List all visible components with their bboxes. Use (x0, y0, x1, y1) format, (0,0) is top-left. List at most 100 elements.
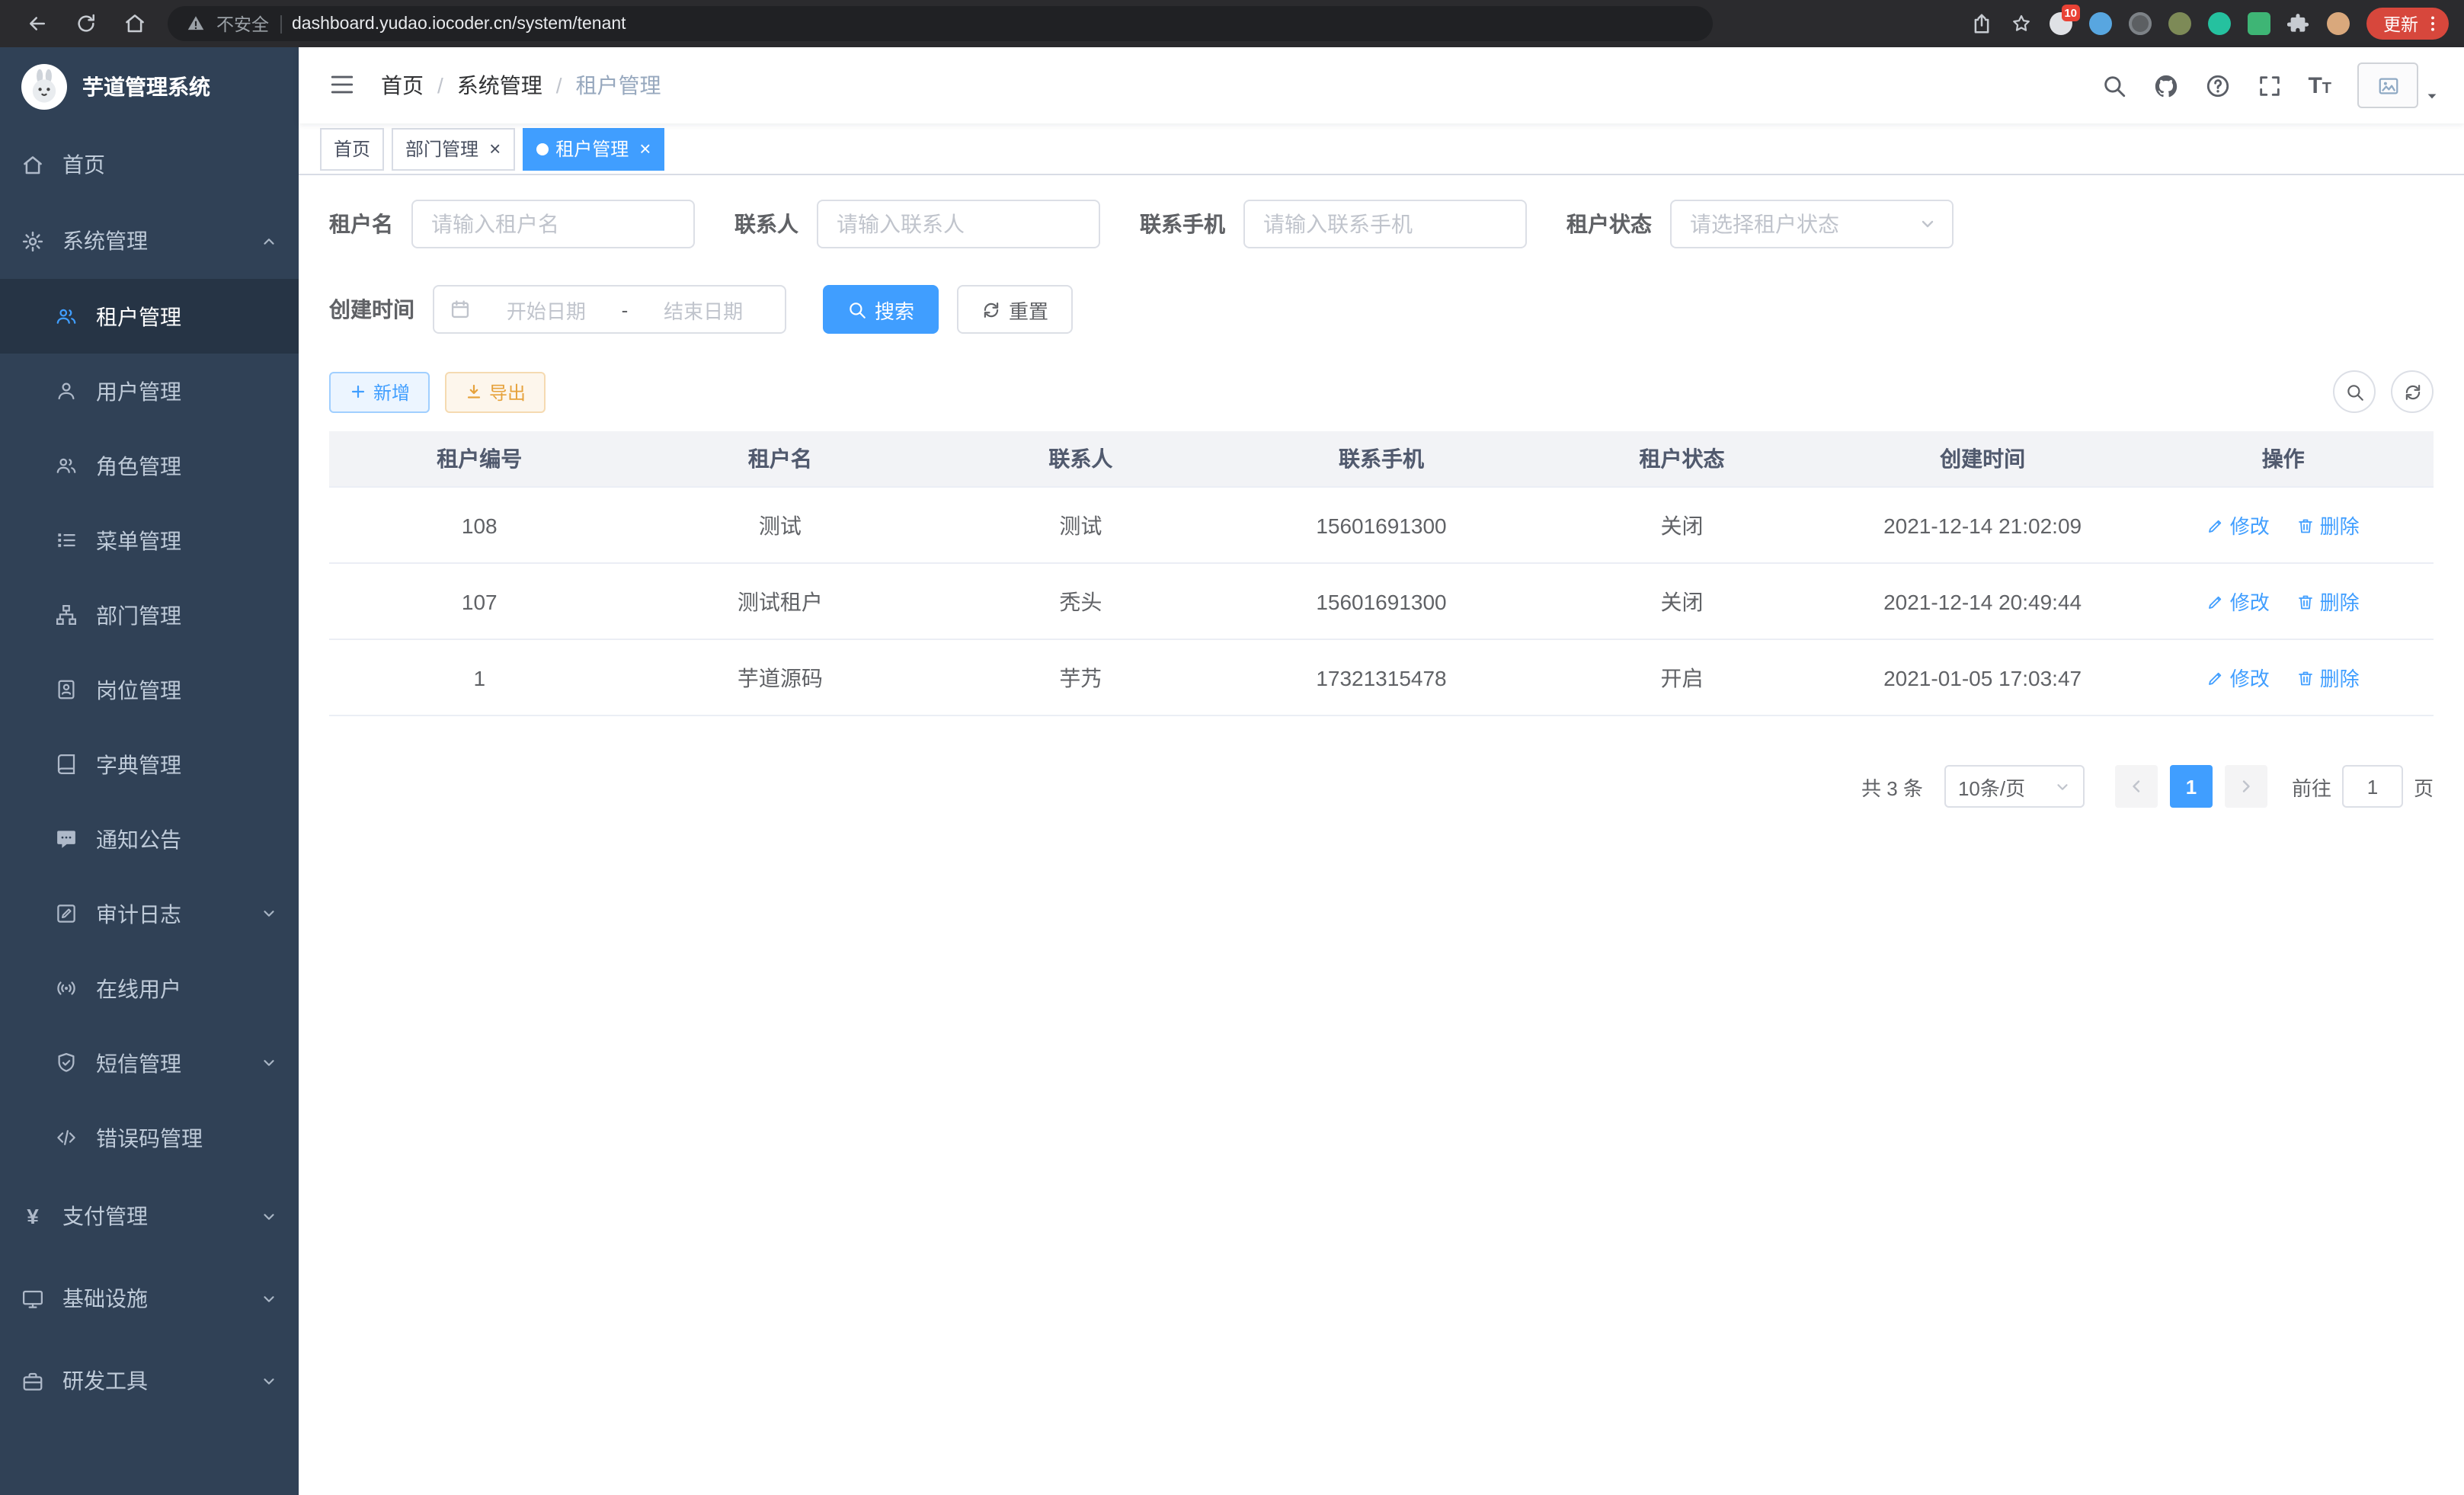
goto-page-input[interactable] (2342, 765, 2403, 808)
bookmark-star-icon[interactable] (2010, 12, 2033, 35)
contact-input[interactable] (817, 200, 1100, 248)
browser-home-button[interactable] (116, 5, 152, 42)
edit-pencil-icon (2207, 668, 2226, 687)
address-bar[interactable]: 不安全 dashboard.yudao.iocoder.cn/system/te… (168, 6, 1713, 41)
edit-pencil-icon (2207, 592, 2226, 610)
delete-link[interactable]: 删除 (2297, 663, 2360, 692)
sidebar-item-menu-management[interactable]: 菜单管理 (0, 503, 299, 578)
extensions-puzzle-icon[interactable] (2287, 12, 2310, 35)
sidebar-item-online-users[interactable]: 在线用户 (0, 951, 299, 1026)
status-select[interactable]: 请选择租户状态 (1670, 200, 1954, 248)
book-icon (55, 753, 78, 776)
tag-tenant-management[interactable]: 租户管理 × (522, 127, 664, 170)
extension-icon-olive[interactable] (2168, 12, 2191, 35)
sidebar-item-audit-log[interactable]: 审计日志 (0, 876, 299, 951)
tag-home[interactable]: 首页 (320, 127, 384, 170)
back-button[interactable] (18, 5, 55, 42)
page-number-current[interactable]: 1 (2170, 765, 2213, 808)
edit-link[interactable]: 修改 (2207, 587, 2270, 616)
update-button[interactable]: 更新 (2366, 8, 2449, 40)
status-label: 租户状态 (1566, 209, 1652, 239)
breadcrumb-home[interactable]: 首页 (381, 70, 424, 101)
yen-icon: ¥ (21, 1204, 44, 1228)
sidebar-item-system-management[interactable]: 系统管理 (0, 203, 299, 279)
close-icon[interactable]: × (489, 139, 501, 158)
delete-link[interactable]: 删除 (2297, 511, 2360, 539)
shield-icon (55, 1052, 78, 1074)
add-button[interactable]: 新增 (329, 371, 430, 412)
refresh-table-button[interactable] (2391, 370, 2434, 413)
page-content: 租户名 联系人 联系手机 租户状态 请选择租户状态 (299, 175, 2464, 1495)
page-size-select[interactable]: 10条/页 (1944, 765, 2085, 808)
help-question-icon[interactable] (2204, 72, 2230, 98)
sidebar-item-tenant-management[interactable]: 租户管理 (0, 279, 299, 354)
sidebar-item-payment-management[interactable]: ¥ 支付管理 (0, 1175, 299, 1257)
date-range-picker[interactable]: 开始日期 - 结束日期 (433, 285, 786, 334)
app-logo[interactable]: 芋道管理系统 (0, 47, 299, 126)
next-page-button[interactable] (2225, 765, 2267, 808)
sidebar-item-post-management[interactable]: 岗位管理 (0, 652, 299, 727)
extension-icon-chat[interactable] (2248, 12, 2270, 35)
fullscreen-icon[interactable] (2256, 72, 2282, 98)
sidebar-item-notice[interactable]: 通知公告 (0, 802, 299, 876)
monitor-icon (21, 1287, 44, 1310)
sidebar-item-dev-tools[interactable]: 研发工具 (0, 1340, 299, 1422)
extension-icon-adblock[interactable]: 10 (2050, 12, 2072, 35)
sidebar-item-user-management[interactable]: 用户管理 (0, 354, 299, 428)
browser-nav-buttons (18, 5, 152, 42)
search-button[interactable]: 搜索 (823, 285, 939, 334)
goto-label: 前往 (2292, 772, 2331, 801)
sidebar-item-label: 菜单管理 (96, 525, 181, 555)
sidebar-item-label: 字典管理 (96, 749, 181, 780)
trash-icon (2297, 516, 2315, 534)
column-header-tenant-id: 租户编号 (329, 431, 630, 487)
browser-menu-kebab-icon[interactable] (2423, 14, 2443, 34)
browser-profile-avatar[interactable] (2327, 12, 2350, 35)
sidebar-item-role-management[interactable]: 角色管理 (0, 428, 299, 503)
toggle-search-button[interactable] (2333, 370, 2376, 413)
sidebar-item-home[interactable]: 首页 (0, 126, 299, 203)
reset-button[interactable]: 重置 (957, 285, 1073, 334)
font-size-icon[interactable]: TT (2308, 74, 2331, 97)
delete-link[interactable]: 删除 (2297, 587, 2360, 616)
chevron-down-icon (261, 1372, 277, 1389)
tag-department-management[interactable]: 部门管理 × (392, 127, 514, 170)
sidebar-item-label: 用户管理 (96, 376, 181, 406)
extension-icon-green-circle[interactable] (2208, 12, 2231, 35)
sidebar-item-label: 支付管理 (62, 1201, 148, 1231)
sidebar-item-department-management[interactable]: 部门管理 (0, 578, 299, 652)
user-avatar-dropdown[interactable] (2357, 62, 2440, 108)
prev-page-button[interactable] (2115, 765, 2158, 808)
date-range-separator: - (622, 298, 629, 321)
sidebar-item-infrastructure[interactable]: 基础设施 (0, 1257, 299, 1340)
cell-created: 2021-12-14 20:49:44 (1832, 563, 2133, 639)
extension-icon-dark[interactable] (2129, 12, 2152, 35)
chevron-down-icon (1918, 215, 1937, 233)
mobile-input[interactable] (1243, 200, 1527, 248)
browser-chrome: 不安全 dashboard.yudao.iocoder.cn/system/te… (0, 0, 2464, 47)
top-navbar: 首页 / 系统管理 / 租户管理 TT (299, 47, 2464, 123)
search-icon (2344, 382, 2364, 402)
column-header-contact: 联系人 (930, 431, 1231, 487)
cell-contact: 秃头 (930, 563, 1231, 639)
cell-tenant-id: 107 (329, 563, 630, 639)
tenant-name-input[interactable] (411, 200, 695, 248)
header-search-icon[interactable] (2101, 72, 2126, 98)
breadcrumb-system-management[interactable]: 系统管理 (457, 70, 542, 101)
add-button-label: 新增 (373, 379, 410, 405)
sidebar-item-error-code-management[interactable]: 错误码管理 (0, 1100, 299, 1175)
export-button[interactable]: 导出 (445, 371, 546, 412)
close-icon[interactable]: × (639, 139, 651, 158)
table-row: 107 测试租户 秃头 15601691300 关闭 2021-12-14 20… (329, 563, 2434, 639)
share-icon[interactable] (1970, 12, 1993, 35)
github-icon[interactable] (2152, 72, 2178, 98)
sidebar-item-label: 租户管理 (96, 301, 181, 331)
extension-icon-blue[interactable] (2089, 12, 2112, 35)
reload-button[interactable] (67, 5, 104, 42)
sidebar-toggle-button[interactable] (323, 67, 360, 104)
sidebar-item-dictionary-management[interactable]: 字典管理 (0, 727, 299, 802)
broken-image-icon (2376, 74, 2399, 97)
edit-link[interactable]: 修改 (2207, 511, 2270, 539)
sidebar-item-sms-management[interactable]: 短信管理 (0, 1026, 299, 1100)
edit-link[interactable]: 修改 (2207, 663, 2270, 692)
